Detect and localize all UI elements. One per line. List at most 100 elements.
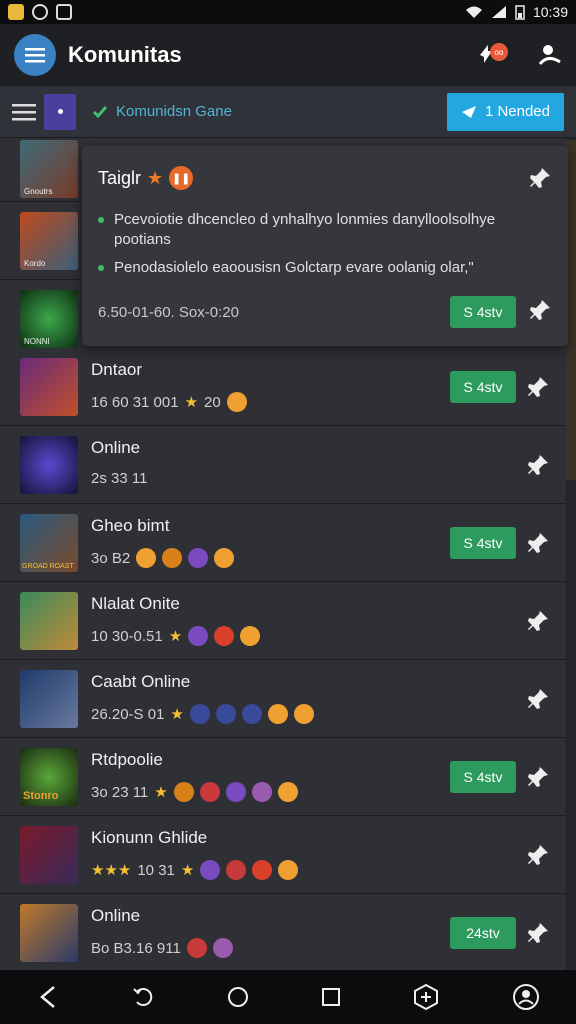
pin-icon[interactable]	[528, 166, 552, 190]
item-title: Caabt Online	[91, 672, 191, 691]
person-icon[interactable]	[538, 42, 562, 68]
item-title: Gheo bimt	[91, 516, 170, 535]
emoji-icon	[215, 704, 236, 724]
pin-icon[interactable]	[526, 375, 550, 399]
pin-icon[interactable]	[526, 843, 550, 867]
game-thumbnail: NONNI	[20, 290, 78, 348]
emoji-icon	[277, 782, 298, 802]
item-title: Dntaor	[91, 360, 143, 379]
pause-icon: ❚❚	[169, 166, 194, 190]
emoji-icon	[214, 626, 235, 646]
system-nav-bar	[0, 970, 576, 1024]
status-bar: 10:39	[0, 0, 576, 24]
item-meta: Bo B3.16 911	[91, 938, 233, 958]
game-controller-icon[interactable]	[412, 983, 440, 1011]
app-bar: Komunitas oo	[0, 24, 576, 86]
item-meta: 26.20-S 01 ★	[91, 704, 314, 724]
game-thumbnail	[20, 436, 78, 494]
list-item[interactable]: Dntaor 16 60 31 001 ★ 20 S 4stv	[0, 348, 566, 426]
filter-label: Komunidsn Gane	[116, 103, 232, 120]
item-title: Rtdpoolie	[91, 750, 163, 769]
status-time: 10:39	[532, 4, 568, 20]
popup-bullet: Pcevoiotie dhcencleo d ynhalhyo lonmies …	[98, 210, 538, 250]
emoji-icon	[226, 392, 247, 412]
emoji-icon	[241, 704, 262, 724]
popup-meta: 6.50-01-60. Sox-0:20	[98, 304, 239, 321]
svg-text:oo: oo	[495, 48, 504, 57]
emoji-icon	[186, 938, 207, 958]
star-icon: ★	[147, 167, 164, 188]
star-icon: ★	[180, 862, 195, 879]
list-item[interactable]: Online Bo B3.16 911 24stv	[0, 894, 566, 970]
nended-button[interactable]: 1 Nended	[446, 92, 564, 131]
game-thumbnail: GROAD ROAST	[20, 514, 78, 572]
popup-join-button[interactable]: S 4stv	[450, 296, 516, 328]
menu-button[interactable]	[14, 34, 56, 76]
join-button[interactable]: S 4stv	[450, 371, 516, 403]
list-menu-icon[interactable]	[12, 103, 36, 121]
item-meta: 2s 33 11	[91, 470, 148, 487]
item-meta: ★★★ 10 31 ★	[91, 860, 299, 880]
emoji-icon	[189, 704, 210, 724]
back-icon[interactable]	[36, 984, 62, 1010]
wifi-icon	[465, 6, 482, 18]
pin-icon[interactable]	[526, 531, 550, 555]
emoji-icon	[293, 704, 314, 724]
filter-bar: Komunidsn Gane 1 Nended	[0, 86, 576, 138]
emoji-icon	[136, 548, 157, 568]
list-item[interactable]: Kionunn Ghlide ★★★ 10 31 ★	[0, 816, 566, 894]
list-item[interactable]: Online 2s 33 11	[0, 426, 566, 504]
emoji-icon	[252, 860, 273, 880]
gallery-icon	[56, 4, 72, 20]
star-icon: ★	[154, 784, 168, 801]
community-filter[interactable]: Komunidsn Gane	[92, 103, 232, 120]
pin-icon[interactable]	[526, 609, 550, 633]
page-title: Komunitas	[68, 42, 182, 67]
star-icon: ★	[168, 628, 183, 645]
hamburger-icon	[25, 48, 45, 63]
pin-icon[interactable]	[526, 687, 550, 711]
join-button[interactable]: 24stv	[450, 917, 516, 949]
game-thumbnail	[20, 358, 78, 416]
emoji-icon	[199, 782, 220, 802]
emoji-icon	[225, 782, 246, 802]
item-title: Nlalat Onite	[91, 594, 180, 613]
game-thumbnail: Stonro	[20, 748, 78, 806]
battery-icon	[515, 5, 525, 20]
join-button[interactable]: S 4stv	[450, 527, 516, 559]
list-item[interactable]: Nlalat Onite 10 30-0.51 ★	[0, 582, 566, 660]
emoji-icon	[251, 782, 272, 802]
item-meta: 10 30-0.51 ★	[91, 626, 261, 646]
pin-icon[interactable]	[528, 298, 552, 322]
pin-icon[interactable]	[526, 921, 550, 945]
item-meta: 3o B2	[91, 548, 235, 568]
app-notification-icon	[8, 4, 24, 20]
category-chip[interactable]	[44, 93, 76, 130]
emoji-icon	[212, 938, 233, 958]
emoji-icon	[200, 860, 221, 880]
emoji-icon	[162, 548, 183, 568]
emoji-icon	[188, 626, 209, 646]
item-meta: 16 60 31 001 ★ 20	[91, 392, 247, 412]
game-thumbnail	[20, 670, 78, 728]
undo-icon[interactable]	[133, 986, 155, 1008]
check-icon	[92, 105, 108, 118]
square-icon[interactable]	[321, 987, 341, 1007]
game-thumbnail	[20, 904, 78, 962]
community-popup-card[interactable]: Taiglr ★ ❚❚ Pcevoiotie dhcencleo d ynhal…	[82, 146, 568, 346]
popup-bullet: Penodasiolelo eaoousisn Golctarp evare o…	[98, 258, 538, 278]
home-circle-icon[interactable]	[227, 986, 249, 1008]
emoji-icon	[226, 860, 247, 880]
list-item[interactable]: GROAD ROAST Gheo bimt 3o B2 S 4stv	[0, 504, 566, 582]
profile-circle-icon[interactable]	[512, 983, 540, 1011]
star-icon: ★	[170, 706, 184, 723]
notification-icon[interactable]: oo	[476, 41, 510, 69]
list-item[interactable]: Stonro Rtdpoolie 3o 23 11 ★ S 4stv	[0, 738, 566, 816]
join-button[interactable]: S 4stv	[450, 761, 516, 793]
list-item[interactable]: Caabt Online 26.20-S 01 ★	[0, 660, 566, 738]
pin-icon[interactable]	[526, 453, 550, 477]
pin-icon[interactable]	[526, 765, 550, 789]
send-icon	[461, 105, 476, 118]
game-thumbnail: Gnoutrs	[20, 140, 78, 198]
nended-button-label: 1 Nended	[484, 103, 550, 120]
